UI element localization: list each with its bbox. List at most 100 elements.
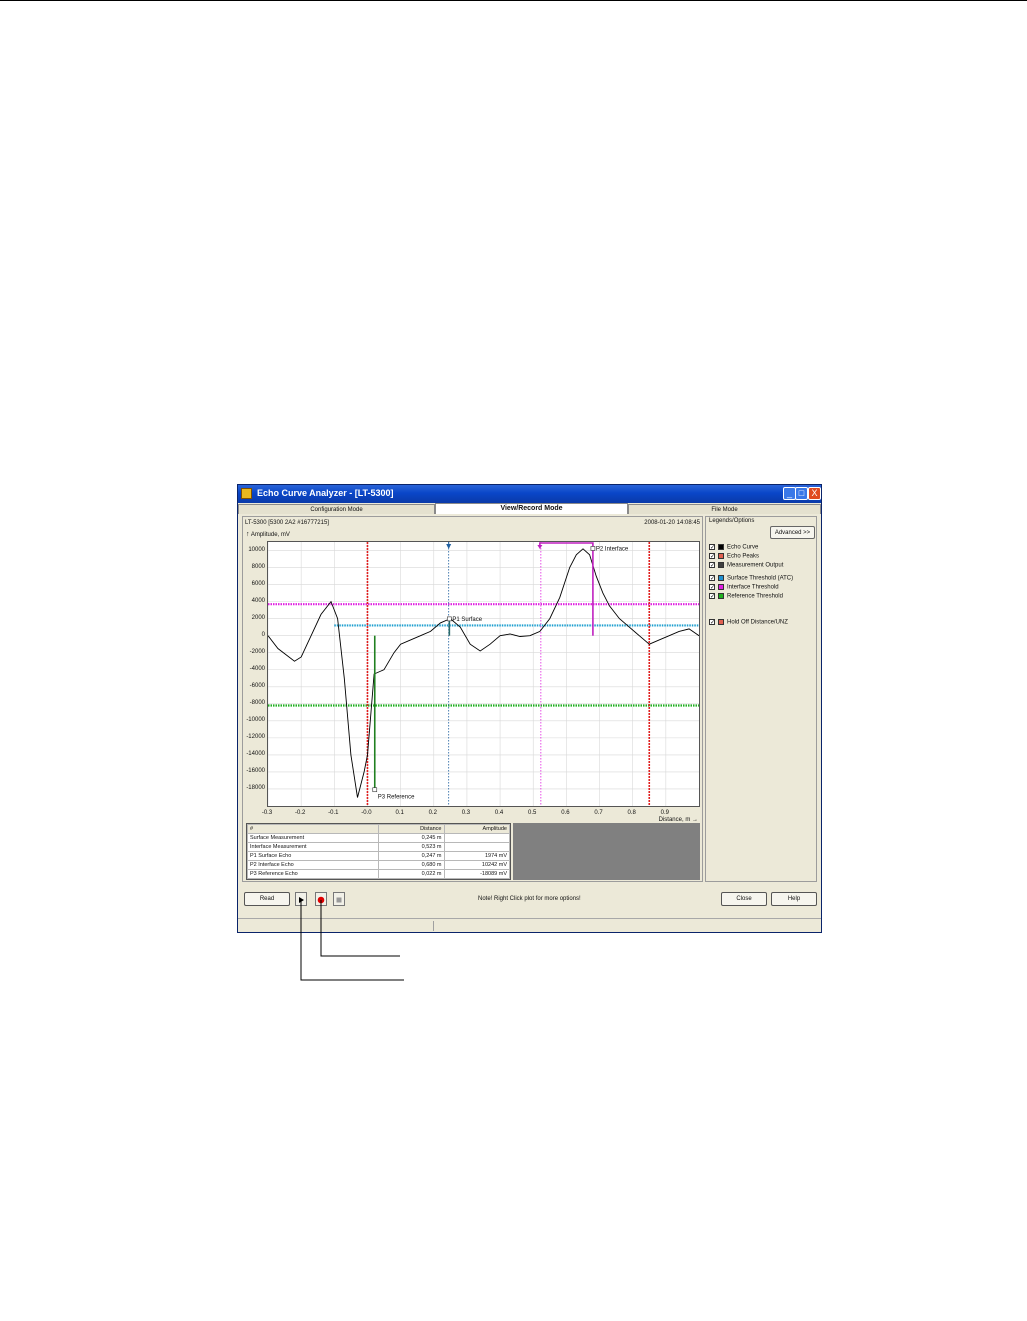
y-tick-label: 4000 (251, 597, 265, 604)
col-header-distance: Distance (378, 824, 445, 834)
y-tick-label: -16000 (246, 767, 265, 774)
play-icon (299, 897, 304, 903)
table-row: P3 Reference Echo 0,022 m -18089 mV (247, 869, 510, 879)
col-header-name: # (247, 824, 379, 834)
legend-item[interactable]: ✓ Echo Peaks (709, 553, 759, 561)
row-name: P3 Reference Echo (247, 869, 379, 879)
echo-curve-analyzer-window: Echo Curve Analyzer - [LT-5300] _ □ X Co… (237, 484, 822, 933)
row-name: P2 Interface Echo (247, 860, 379, 870)
row-distance: 0,680 m (378, 860, 445, 870)
legend-label: Echo Peaks (727, 553, 760, 560)
title-bar: Echo Curve Analyzer - [LT-5300] _ □ X (238, 485, 821, 503)
tab-view-record-mode[interactable]: View/Record Mode (435, 503, 628, 514)
row-distance: 0,247 m (378, 851, 445, 861)
read-button[interactable]: Read (244, 892, 290, 906)
table-row: Surface Measurement 0,245 m (247, 833, 510, 843)
row-amplitude (443, 842, 510, 852)
peak-label: P3 Reference (378, 795, 415, 801)
x-tick-label: -0.2 (294, 810, 306, 816)
y-tick-label: -8000 (249, 699, 265, 706)
table-row: P2 Interface Echo 0,680 m 10242 mV (247, 860, 510, 870)
table-row: Interface Measurement 0,523 m (247, 842, 510, 852)
row-distance: 0,523 m (378, 842, 445, 852)
legend-checkbox[interactable]: ✓ (709, 593, 715, 600)
legend-item[interactable]: ✓ Echo Curve (709, 544, 758, 552)
echo-curve-plot[interactable]: P1 Surface P2 Interface P3 Reference (267, 541, 700, 807)
advanced-button[interactable]: Advanced >> (770, 526, 815, 539)
stop-button[interactable] (333, 892, 345, 906)
legend-label: Reference Threshold (727, 593, 783, 600)
legend-swatch (718, 584, 724, 590)
x-tick-label: 0.4 (494, 810, 504, 816)
y-axis-label: ↑ Amplitude, mV (246, 531, 290, 538)
table-row: P1 Surface Echo 0,247 m 1974 mV (247, 851, 510, 861)
record-icon (317, 896, 325, 904)
legend-item[interactable]: ✓ Interface Threshold (709, 584, 779, 592)
legend-item[interactable]: ✓ Hold Off Distance/UNZ (709, 619, 788, 627)
col-header-amplitude: Amplitude (443, 824, 510, 834)
legend-title: Legends/Options (709, 518, 755, 524)
y-tick-label: 2000 (251, 614, 265, 621)
legend-swatch (718, 619, 724, 625)
record-button[interactable] (315, 892, 327, 906)
status-separator (433, 921, 434, 931)
y-tick-label: -12000 (246, 733, 265, 740)
chart-header: LT-5300 [5300 2A2 #16777215] 2008-01-20 … (245, 520, 700, 529)
y-tick-label: 6000 (251, 580, 265, 587)
row-amplitude: 1974 mV (443, 851, 510, 861)
up-arrow-icon: ↑ (246, 531, 250, 538)
tab-configuration-mode[interactable]: Configuration Mode (238, 504, 435, 514)
y-tick-label: -10000 (246, 716, 265, 723)
legend-item[interactable]: ✓ Surface Threshold (ATC) (709, 575, 793, 583)
legend-options-panel: Legends/Options Advanced >> ✓ Echo Curve ✓… (705, 516, 817, 882)
app-icon (241, 488, 252, 499)
status-bar (238, 918, 821, 932)
peak-marker (372, 787, 378, 793)
y-tick-label: 10000 (248, 546, 265, 553)
legend-item[interactable]: ✓ Reference Threshold (709, 593, 783, 601)
help-button[interactable]: Help (771, 892, 817, 906)
table-header-row: # Distance Amplitude (247, 824, 510, 834)
timestamp: 2008-01-20 14:08:45 (644, 520, 700, 526)
x-axis-ticks: -0.3 -0.2 -0.1 -0.0 0.1 0.2 0.3 0.4 0.5 0.6 0.7 0.8… (262, 810, 700, 818)
legend-item[interactable]: ✓ Measurement Output (709, 562, 783, 570)
play-button[interactable] (295, 892, 307, 906)
row-name: Surface Measurement (247, 833, 379, 843)
peak-marker (590, 546, 596, 551)
bottom-toolbar: Read Note! Right Click plot for more opt… (238, 887, 821, 915)
peak-label: P2 Interface (596, 546, 629, 552)
legend-label: Surface Threshold (ATC) (727, 575, 794, 582)
y-tick-label: -4000 (249, 665, 265, 672)
row-distance: 0,022 m (378, 869, 445, 879)
stop-icon (336, 897, 342, 903)
row-amplitude: 10242 mV (443, 860, 510, 870)
legend-checkbox[interactable]: ✓ (709, 544, 715, 551)
echo-curve-svg[interactable]: P1 Surface P2 Interface P3 Reference (268, 542, 699, 806)
legend-checkbox[interactable]: ✓ (709, 584, 715, 591)
legend-swatch (718, 593, 724, 599)
mode-tabs: Configuration Mode View/Record Mode File… (238, 503, 821, 514)
legend-checkbox[interactable]: ✓ (709, 575, 715, 582)
legend-label: Echo Curve (727, 544, 759, 551)
x-tick-label: 0.7 (594, 810, 603, 816)
row-name: P1 Surface Echo (247, 851, 379, 861)
legend-swatch (718, 553, 724, 559)
tab-file-mode[interactable]: File Mode (628, 504, 821, 514)
y-tick-label: -18000 (246, 784, 265, 791)
close-window-button[interactable]: X (808, 487, 821, 500)
peak-label: P1 Surface (452, 617, 482, 623)
legend-checkbox[interactable]: ✓ (709, 553, 715, 560)
x-tick-label: 0.1 (395, 810, 404, 816)
device-info: LT-5300 [5300 2A2 #16777215] (245, 520, 329, 526)
maximize-button[interactable]: □ (795, 487, 808, 500)
legend-checkbox[interactable]: ✓ (709, 562, 715, 569)
legend-label: Measurement Output (727, 562, 784, 569)
legend-checkbox[interactable]: ✓ (709, 619, 715, 626)
close-button[interactable]: Close (721, 892, 767, 906)
x-tick-label: 0.6 (561, 810, 570, 816)
y-tick-label: 0 (261, 631, 265, 638)
legend-swatch (718, 562, 724, 568)
y-tick-label: -6000 (249, 682, 265, 689)
peak-marker (447, 616, 452, 622)
echo-curve-panel: LT-5300 [5300 2A2 #16777215] 2008-01-20 … (242, 516, 703, 882)
